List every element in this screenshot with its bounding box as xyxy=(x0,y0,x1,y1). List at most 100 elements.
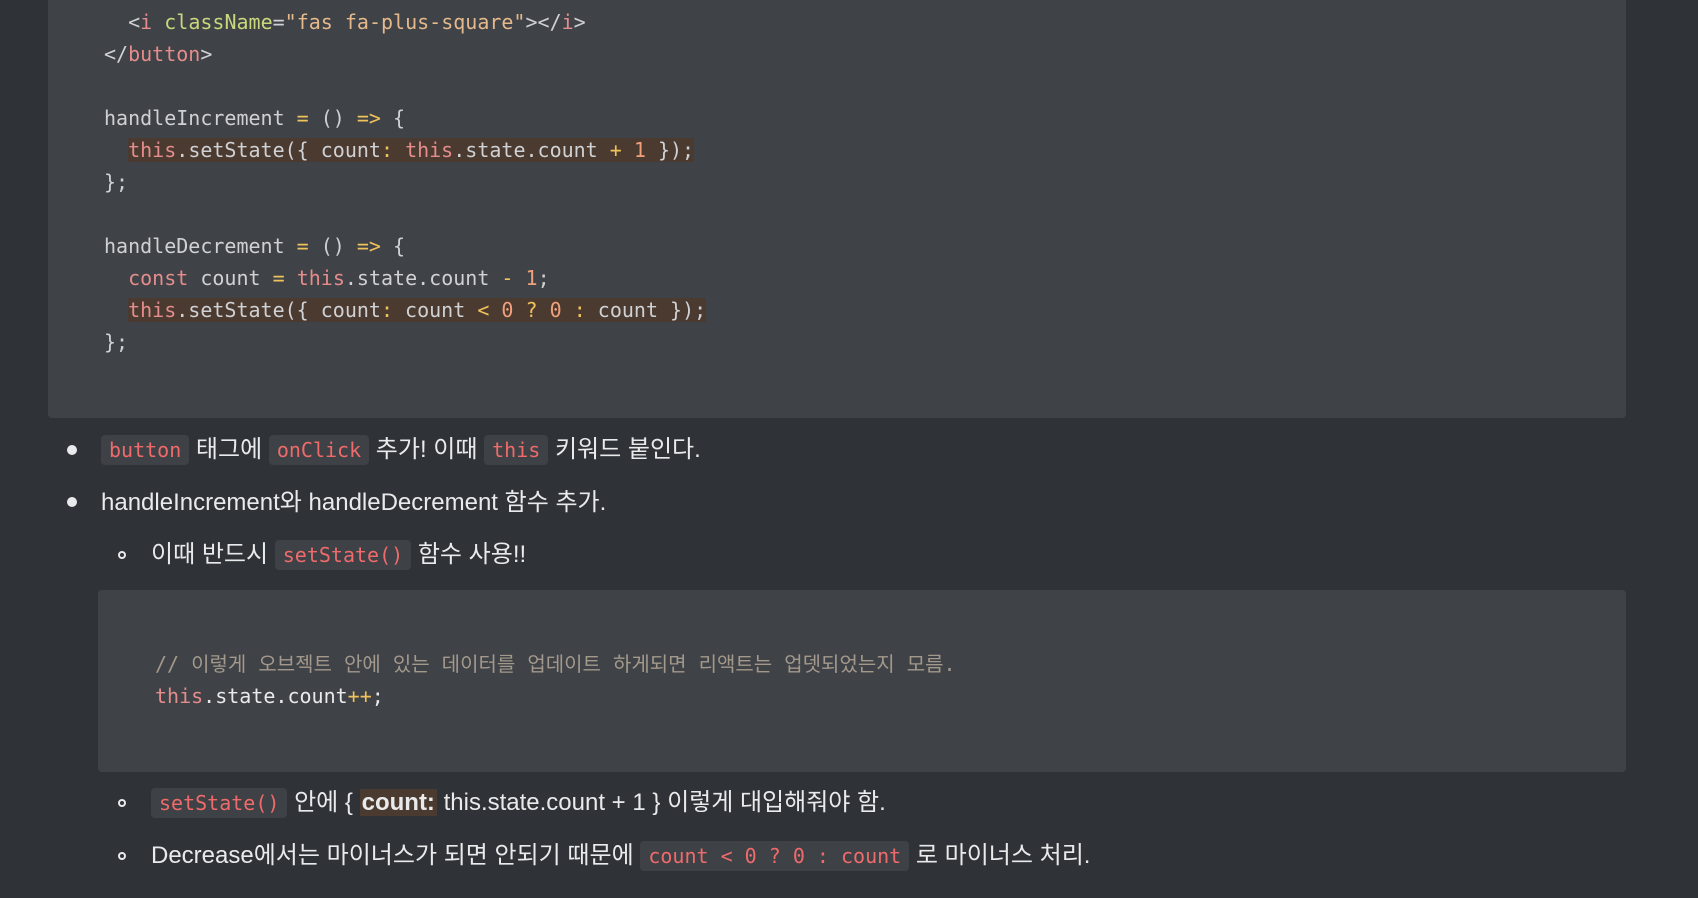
code-line: }; xyxy=(104,166,128,198)
code-line: this.state.count++; xyxy=(155,680,384,712)
code-block-1: <i className="fas fa-plus-square"></i> </… xyxy=(48,0,1626,418)
text: 안에 { xyxy=(287,789,360,816)
code-line: handleDecrement = () => { xyxy=(104,230,405,262)
code-token: count xyxy=(393,298,478,322)
inline-code: count < 0 ? 0 : count xyxy=(640,841,910,871)
code-line: this.setState({ count: this.state.count … xyxy=(104,134,695,166)
code-token: .state.count xyxy=(203,684,348,708)
code-line: this.setState({ count: count < 0 ? 0 : c… xyxy=(104,294,707,326)
code-token: 0 xyxy=(501,298,514,322)
bullet-item-1: button 태그에 onClick 추가! 이때 this 키워드 붙인다. xyxy=(101,433,701,467)
code-token: = xyxy=(296,234,309,258)
text: 이때 반드시 xyxy=(151,541,275,568)
code-token: = xyxy=(296,106,309,130)
code-token: i xyxy=(140,10,153,34)
code-token: { xyxy=(380,106,406,130)
code-block-2: // 이렇게 오브젝트 안에 있는 데이터를 업데이트 하게되면 리액트는 업뎃… xyxy=(98,590,1626,772)
code-token: ++ xyxy=(347,684,372,708)
code-token: ; xyxy=(537,266,550,290)
code-token: ></ xyxy=(525,10,562,34)
text: 추가! 이때 xyxy=(369,436,485,463)
bullet-disc xyxy=(67,497,77,507)
code-token: - xyxy=(501,266,514,290)
code-token: < xyxy=(477,298,490,322)
sub-bullet-circle xyxy=(118,551,126,559)
code-token: : xyxy=(380,138,394,162)
code-token: this xyxy=(155,684,204,708)
code-line: handleIncrement = () => { xyxy=(104,102,405,134)
inline-code: button xyxy=(101,435,190,465)
code-token: ? xyxy=(525,298,538,322)
code-token: button xyxy=(128,42,201,66)
code-token: > xyxy=(573,10,586,34)
code-token: () xyxy=(308,234,357,258)
text: 로 마이너스 처리. xyxy=(909,842,1091,869)
code-token: = xyxy=(272,266,285,290)
code-token: ; xyxy=(371,684,384,708)
code-token: () xyxy=(308,106,357,130)
bullet-item-2: handleIncrement와 handleDecrement 함수 추가. xyxy=(101,486,606,520)
code-token: { xyxy=(380,234,406,258)
code-token: handleIncrement xyxy=(104,106,297,130)
code-token: : xyxy=(573,298,586,322)
code-line: </button> xyxy=(104,38,212,70)
code-token: </ xyxy=(104,42,129,66)
code-token: .state.count xyxy=(344,266,502,290)
text: handleIncrement와 handleDecrement 함수 추가. xyxy=(101,489,607,516)
sub-bullet-item-2: setState() 안에 { count: this.state.count … xyxy=(151,786,886,820)
code-token: > xyxy=(200,42,213,66)
code-comment: // 이렇게 오브젝트 안에 있는 데이터를 업데이트 하게되면 리액트는 업뎃… xyxy=(155,652,956,676)
text: 함수 사용!! xyxy=(411,541,527,568)
code-token: "fas fa-plus-square" xyxy=(284,10,526,34)
code-token: i xyxy=(561,10,574,34)
code-token: this xyxy=(405,138,454,162)
code-token: . xyxy=(176,138,189,162)
code-token: const xyxy=(128,266,189,290)
code-token: : xyxy=(380,298,394,322)
inline-code: this xyxy=(484,435,549,465)
code-token: 0 xyxy=(549,298,562,322)
text: Decrease에서는 마이너스가 되면 안되기 때문에 xyxy=(151,842,641,869)
code-token: => xyxy=(356,106,381,130)
inline-code: setState() xyxy=(151,788,288,818)
sub-bullet-circle xyxy=(118,799,126,807)
code-token: handleDecrement xyxy=(104,234,297,258)
bullet-disc xyxy=(67,445,77,455)
code-comment-line: // 이렇게 오브젝트 안에 있는 데이터를 업데이트 하게되면 리액트는 업뎃… xyxy=(155,648,956,680)
code-token: = xyxy=(272,10,285,34)
text: 태그에 xyxy=(189,436,269,463)
sub-bullet-circle xyxy=(118,852,126,860)
text: 키워드 붙인다. xyxy=(548,436,701,463)
inline-code: onClick xyxy=(268,435,370,465)
code-token: this xyxy=(128,138,177,162)
code-token: }; xyxy=(104,330,129,354)
code-token: .setState({ count xyxy=(176,298,381,322)
code-line: }; xyxy=(104,326,128,358)
code-token: .state.count xyxy=(453,138,610,162)
text: this.state.count + 1 } 이렇게 대입해줘야 함. xyxy=(436,789,886,816)
code-token: }); xyxy=(645,138,695,162)
code-line: <i className="fas fa-plus-square"></i> xyxy=(104,6,586,38)
code-token: setState({ count xyxy=(188,138,381,162)
code-line: const count = this.state.count - 1; xyxy=(104,262,550,294)
code-token: }; xyxy=(104,170,129,194)
code-token: this xyxy=(128,298,177,322)
code-token: count }); xyxy=(585,298,707,322)
code-token: this xyxy=(296,266,345,290)
sub-bullet-item-1: 이때 반드시 setState() 함수 사용!! xyxy=(151,538,526,572)
code-token: => xyxy=(356,234,381,258)
code-token: < xyxy=(128,10,141,34)
code-token: 1 xyxy=(633,138,646,162)
sub-bullet-item-3: Decrease에서는 마이너스가 되면 안되기 때문에 count < 0 ?… xyxy=(151,839,1090,873)
code-token: count xyxy=(188,266,273,290)
inline-code: setState() xyxy=(274,540,412,570)
